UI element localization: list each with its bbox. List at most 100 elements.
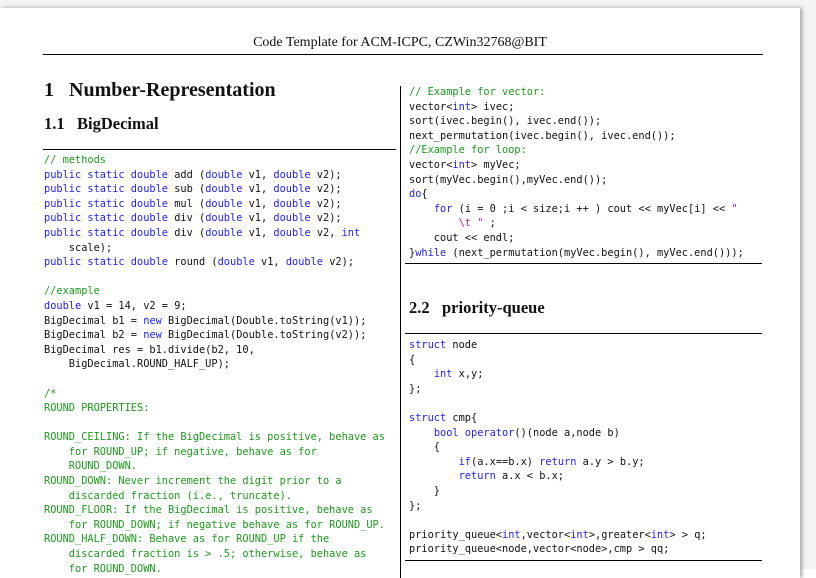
code-text: };: [409, 382, 422, 395]
code-line: double v1 = 14, v2 = 9;: [44, 299, 385, 314]
code-line: BigDecimal res = b1.divide(b2, 10,: [44, 343, 385, 358]
code-line: {: [409, 353, 707, 368]
code-line: do{: [409, 187, 744, 202]
code-line: };: [409, 382, 707, 397]
code-keyword: for: [433, 202, 453, 215]
code-line: struct node: [409, 338, 707, 353]
code-line: return a.x < b.x;: [409, 469, 707, 484]
code-keyword: double: [205, 168, 243, 181]
code-comment: ROUND_HALF_DOWN: Behave as for ROUND_UP …: [44, 533, 330, 546]
subsection-number: 2.2: [409, 298, 430, 317]
code-line: ROUND PROPERTIES:: [44, 401, 385, 416]
code-text: a.x < b.x;: [495, 470, 565, 483]
code-comment: discarded fraction (i.e., truncate).: [44, 489, 292, 502]
code-keyword: return: [458, 470, 496, 483]
code-text: a.y > b.y;: [576, 455, 645, 468]
code-line: ROUND_HALF_DOWN: Behave as for ROUND_UP …: [44, 532, 385, 547]
code-text: vector<: [409, 100, 453, 113]
code-keyword: int: [650, 528, 670, 541]
code-keyword: public static double: [44, 226, 168, 239]
code-block-priority-queue: struct node{ int x,y;}; struct cmp{ bool …: [409, 338, 707, 557]
code-line: ROUND_CEILING: If the BigDecimal is posi…: [44, 430, 385, 445]
column-divider: [400, 86, 401, 578]
code-block-top-rule: [43, 149, 396, 150]
code-keyword: double: [44, 299, 82, 312]
code-keyword: double: [273, 212, 311, 225]
code-text: vector<: [409, 158, 453, 171]
section-number: 1: [44, 79, 54, 101]
code-text: {: [409, 353, 416, 366]
code-text: scale);: [44, 241, 113, 254]
code-text: {: [409, 441, 440, 454]
code-line: int x,y;: [409, 367, 707, 382]
code-text: node: [446, 339, 478, 351]
code-text: v1,: [242, 212, 274, 225]
code-text: ()(node a,node b): [514, 426, 620, 439]
code-text: v2);: [310, 183, 342, 196]
section-title: Number-Representation: [69, 79, 276, 101]
code-text: x,y;: [452, 368, 484, 381]
code-string: \t ": [409, 217, 484, 230]
code-comment: /*: [44, 387, 57, 400]
code-text: v2);: [310, 212, 342, 225]
code-line: ROUND_DOWN: Never increment the digit pr…: [44, 474, 385, 489]
code-line: vector<int> ivec;: [409, 100, 744, 115]
code-keyword: public static double: [44, 212, 168, 225]
code-comment: for ROUND_UP; if negative, behave as for: [44, 445, 317, 458]
code-line: public static double div (double v1, dou…: [44, 226, 385, 241]
code-text: BigDecimal.ROUND_HALF_UP);: [44, 358, 230, 371]
code-text: round (: [168, 256, 218, 269]
code-keyword: public static double: [44, 256, 168, 269]
code-comment: ROUND PROPERTIES:: [44, 402, 150, 415]
code-keyword: do: [409, 188, 422, 201]
code-keyword: int: [341, 226, 361, 239]
code-text: mul (: [168, 197, 206, 210]
code-text: add (: [168, 168, 206, 181]
code-line: // Example for vector:: [409, 85, 744, 100]
code-text: priority_queue<: [409, 528, 502, 541]
subsection-heading-bigdecimal: 1.1 BigDecimal: [44, 114, 159, 134]
code-text: BigDecimal res = b1.divide(b2, 10,: [44, 343, 255, 356]
code-text: }: [409, 484, 440, 497]
code-keyword: double: [205, 212, 243, 225]
code-text: sort(myVec.begin(),myVec.end());: [409, 173, 608, 186]
code-keyword: return: [539, 455, 577, 468]
code-line: sort(ivec.begin(), ivec.end());: [409, 114, 744, 129]
code-line: //Example for loop:: [409, 143, 744, 158]
code-text: sort(ivec.begin(), ivec.end());: [409, 115, 602, 128]
code-keyword: public static double: [44, 183, 168, 196]
code-line: BigDecimal b2 = new BigDecimal(Double.to…: [44, 328, 385, 343]
code-line: public static double round (double v1, d…: [44, 255, 385, 270]
code-keyword: struct: [409, 411, 447, 424]
code-line: priority_queue<node,vector<node>,cmp > q…: [409, 542, 707, 557]
code-text: (i = 0 ;i < size;i ++ ) cout << myVec[i]…: [452, 202, 732, 215]
code-block-top-rule: [405, 333, 762, 334]
code-block-vector: // Example for vector: vector<int> ivec; s…: [409, 85, 744, 260]
code-text: v2);: [310, 197, 342, 210]
code-keyword: double: [285, 256, 324, 269]
code-keyword: int: [452, 158, 472, 171]
code-text: (a.x==b.x): [471, 455, 540, 468]
code-line: BigDecimal.ROUND_HALF_UP);: [44, 357, 385, 372]
code-comment: ROUND_DOWN: Never increment the digit pr…: [44, 475, 342, 488]
code-text: v1,: [242, 226, 274, 239]
subsection-heading-priority-queue: 2.2 priority-queue: [409, 298, 545, 318]
code-keyword: public static double: [44, 168, 168, 181]
code-keyword: while: [415, 246, 447, 259]
code-line: for ROUND_UP; if negative, behave as for: [44, 445, 385, 460]
code-text: > > q;: [669, 528, 707, 541]
code-line: }: [409, 484, 707, 499]
code-line: bool operator()(node a,node b): [409, 426, 707, 441]
code-text: >,greater<: [588, 528, 651, 541]
code-line: struct cmp{: [409, 411, 707, 426]
code-text: > ivec;: [471, 100, 515, 113]
code-line: next_permutation(ivec.begin(), ivec.end(…: [409, 129, 744, 144]
code-keyword: int: [570, 528, 589, 541]
code-text: next_permutation(ivec.begin(), ivec.end(…: [409, 129, 676, 142]
code-line: scale);: [44, 241, 385, 256]
code-keyword: double: [205, 183, 243, 196]
